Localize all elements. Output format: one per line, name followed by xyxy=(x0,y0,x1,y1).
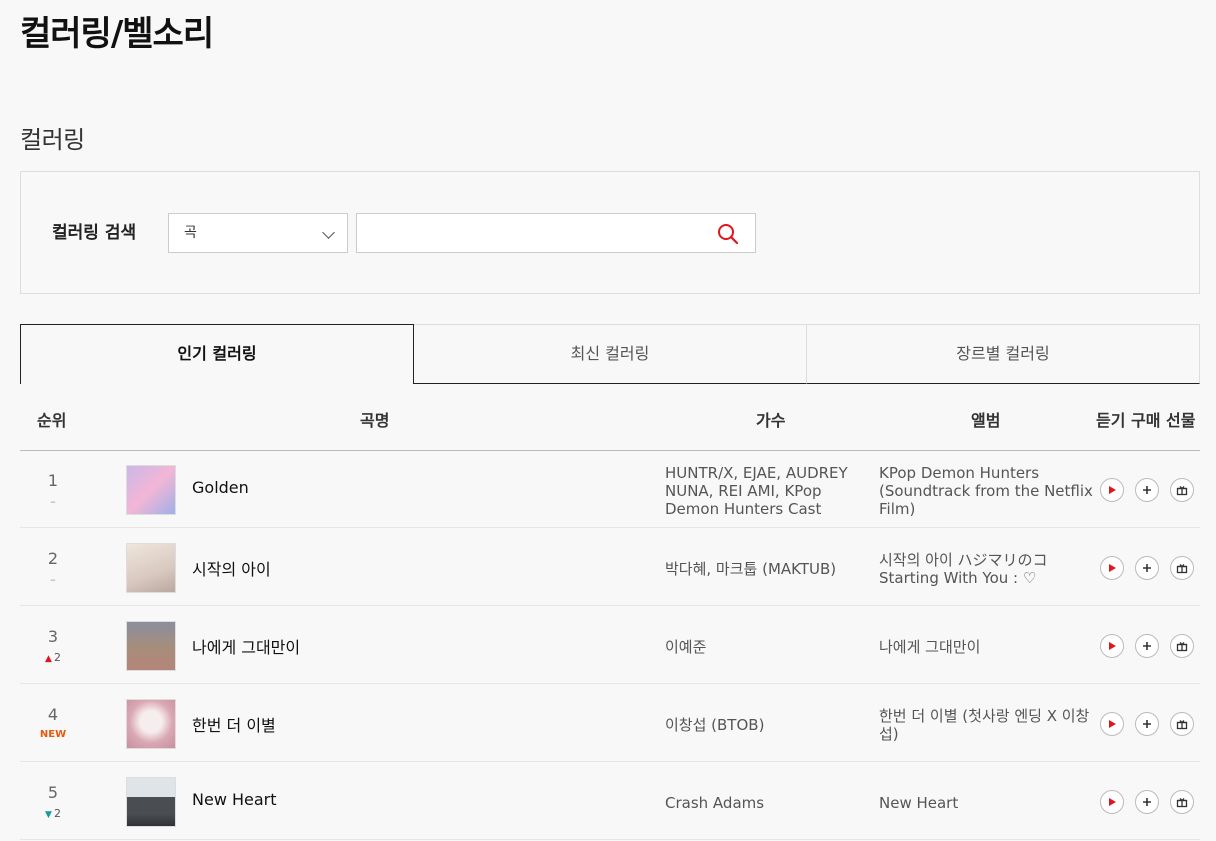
album-name[interactable]: 한번 더 이별 (첫사랑 엔딩 X 이창섭) xyxy=(879,707,1094,743)
header-artist: 가수 xyxy=(756,411,786,430)
rank-number: 1 xyxy=(47,471,59,490)
gift-button[interactable] xyxy=(1170,556,1194,580)
rank-change: 2 xyxy=(20,807,86,820)
artist-name[interactable]: HUNTR/X, EJAE, AUDREY NUNA, REI AMI, KPo… xyxy=(665,464,865,518)
header-buy: 구매 xyxy=(1131,411,1161,430)
artist-name[interactable]: Crash Adams xyxy=(665,794,865,812)
song-title[interactable]: 나에게 그대만이 xyxy=(192,634,300,658)
song-title[interactable]: 한번 더 이별 xyxy=(192,712,276,736)
album-thumbnail[interactable] xyxy=(126,777,176,827)
gift-icon xyxy=(1176,798,1188,808)
tab-latest[interactable]: 최신 컬러링 xyxy=(414,324,807,384)
tab-bar: 인기 컬러링 최신 컬러링 장르별 컬러링 xyxy=(20,324,1200,384)
header-rank: 순위 xyxy=(37,411,67,430)
row-actions xyxy=(1100,556,1194,580)
rank-change: 2 xyxy=(20,651,86,664)
header-album: 앨범 xyxy=(971,411,1001,430)
section-title: 컬러링 xyxy=(20,126,85,154)
song-title[interactable]: Golden xyxy=(192,478,249,497)
play-button[interactable] xyxy=(1100,790,1124,814)
row-actions xyxy=(1100,478,1194,502)
buy-button[interactable] xyxy=(1135,634,1159,658)
plus-icon xyxy=(1143,642,1151,650)
play-icon xyxy=(1109,642,1116,650)
gift-button[interactable] xyxy=(1170,478,1194,502)
album-name[interactable]: 나에게 그대만이 xyxy=(879,638,1094,656)
gift-icon xyxy=(1176,642,1188,652)
album-thumbnail[interactable] xyxy=(126,543,176,593)
plus-icon xyxy=(1143,486,1151,494)
artist-name[interactable]: 이예준 xyxy=(665,638,865,656)
album-name[interactable]: 시작의 아이 ハジマリのコ Starting With You : ♡ xyxy=(879,551,1094,587)
search-label: 컬러링 검색 xyxy=(52,223,137,243)
rank-number: 4 xyxy=(47,705,59,724)
tab-genre[interactable]: 장르별 컬러링 xyxy=(807,324,1200,384)
table-row: 2 – 시작의 아이 박다혜, 마크툽 (MAKTUB) 시작의 아이 ハジマリ… xyxy=(20,529,1200,606)
play-button[interactable] xyxy=(1100,634,1124,658)
gift-icon xyxy=(1176,564,1188,574)
album-thumbnail[interactable] xyxy=(126,699,176,749)
row-actions xyxy=(1100,712,1194,736)
search-icon[interactable] xyxy=(716,222,740,246)
table-row: 3 2 나에게 그대만이 이예준 나에게 그대만이 xyxy=(20,607,1200,684)
rank-number: 2 xyxy=(47,549,59,568)
table-header: 순위 곡명 가수 앨범 듣기 구매 선물 xyxy=(20,384,1200,451)
plus-icon xyxy=(1143,564,1151,572)
header-title: 곡명 xyxy=(360,411,390,430)
album-thumbnail[interactable] xyxy=(126,465,176,515)
song-title[interactable]: 시작의 아이 xyxy=(192,556,271,580)
page-title: 컬러링/벨소리 xyxy=(20,14,214,54)
buy-button[interactable] xyxy=(1135,712,1159,736)
play-button[interactable] xyxy=(1100,712,1124,736)
tab-popular[interactable]: 인기 컬러링 xyxy=(20,324,414,384)
gift-button[interactable] xyxy=(1170,790,1194,814)
search-field[interactable] xyxy=(356,213,756,253)
album-thumbnail[interactable] xyxy=(126,621,176,671)
table-row: 4 NEW 한번 더 이별 이창섭 (BTOB) 한번 더 이별 (첫사랑 엔딩… xyxy=(20,685,1200,762)
rank-change: NEW xyxy=(39,729,67,740)
play-icon xyxy=(1109,486,1116,494)
play-icon xyxy=(1109,720,1116,728)
search-type-value: 곡 xyxy=(184,225,197,241)
buy-button[interactable] xyxy=(1135,556,1159,580)
chevron-down-icon xyxy=(322,226,335,239)
song-title[interactable]: New Heart xyxy=(192,790,277,809)
rank-change: – xyxy=(50,573,56,586)
buy-button[interactable] xyxy=(1135,478,1159,502)
table-row: 1 – Golden HUNTR/X, EJAE, AUDREY NUNA, R… xyxy=(20,451,1200,528)
rank-change: – xyxy=(50,495,56,508)
gift-button[interactable] xyxy=(1170,712,1194,736)
album-name[interactable]: KPop Demon Hunters (Soundtrack from the … xyxy=(879,464,1094,518)
gift-button[interactable] xyxy=(1170,634,1194,658)
album-name[interactable]: New Heart xyxy=(879,794,1094,812)
artist-name[interactable]: 박다혜, 마크툽 (MAKTUB) xyxy=(665,560,865,578)
play-button[interactable] xyxy=(1100,556,1124,580)
header-listen: 듣기 xyxy=(1096,411,1126,430)
artist-name[interactable]: 이창섭 (BTOB) xyxy=(665,716,865,734)
row-actions xyxy=(1100,634,1194,658)
gift-icon xyxy=(1176,720,1188,730)
gift-icon xyxy=(1176,486,1188,496)
plus-icon xyxy=(1143,798,1151,806)
search-panel: 컬러링 검색 곡 xyxy=(20,171,1200,294)
header-gift: 선물 xyxy=(1166,411,1196,430)
play-icon xyxy=(1109,798,1116,806)
search-type-select[interactable]: 곡 xyxy=(168,213,348,253)
row-actions xyxy=(1100,790,1194,814)
plus-icon xyxy=(1143,720,1151,728)
play-button[interactable] xyxy=(1100,478,1124,502)
rank-number: 5 xyxy=(47,783,59,802)
buy-button[interactable] xyxy=(1135,790,1159,814)
play-icon xyxy=(1109,564,1116,572)
search-input[interactable] xyxy=(367,214,717,252)
table-row: 5 2 New Heart Crash Adams New Heart xyxy=(20,763,1200,840)
rank-number: 3 xyxy=(47,627,59,646)
